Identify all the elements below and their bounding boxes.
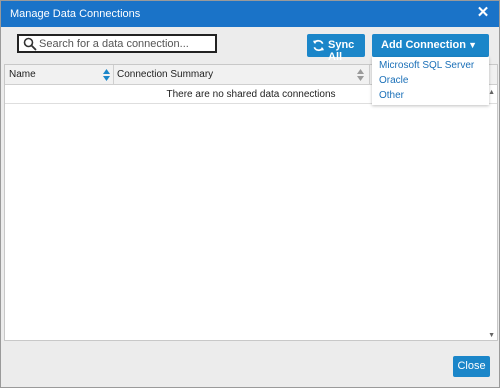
caret-down-icon: ▼ xyxy=(468,40,477,50)
sync-all-label: Sync All xyxy=(328,39,355,63)
scroll-down-icon[interactable]: ▼ xyxy=(488,332,495,339)
dialog-title: Manage Data Connections xyxy=(10,8,141,20)
scroll-up-icon[interactable]: ▲ xyxy=(488,89,495,96)
add-connection-label: Add Connection xyxy=(381,39,466,51)
titlebar: Manage Data Connections ✕ xyxy=(1,1,499,27)
menu-item-oracle[interactable]: Oracle xyxy=(379,75,408,86)
add-connection-menu: Microsoft SQL Server Oracle Other xyxy=(372,57,489,105)
sort-icon[interactable] xyxy=(103,69,110,81)
connections-grid: Name Connection Summary There are no sha… xyxy=(4,64,498,341)
sync-icon xyxy=(312,39,325,52)
close-button[interactable]: Close xyxy=(453,356,490,377)
search-box[interactable] xyxy=(17,34,217,53)
menu-item-microsoft-sql-server[interactable]: Microsoft SQL Server xyxy=(379,60,474,71)
sort-icon[interactable] xyxy=(357,69,364,81)
column-header-name[interactable]: Name xyxy=(9,65,109,85)
column-divider[interactable] xyxy=(113,65,114,85)
sync-all-button[interactable]: Sync All xyxy=(307,34,365,63)
menu-item-other[interactable]: Other xyxy=(379,90,404,101)
search-icon xyxy=(23,37,37,51)
column-header-connection-summary[interactable]: Connection Summary xyxy=(117,65,367,85)
scrollbar[interactable]: ▲ ▼ xyxy=(487,85,497,340)
manage-data-connections-dialog: Manage Data Connections ✕ Sync All Add C… xyxy=(0,0,500,388)
column-divider[interactable] xyxy=(369,65,370,85)
search-input[interactable] xyxy=(39,36,211,51)
close-x-icon[interactable]: ✕ xyxy=(474,4,492,22)
add-connection-button[interactable]: Add Connection ▼ xyxy=(372,34,489,57)
